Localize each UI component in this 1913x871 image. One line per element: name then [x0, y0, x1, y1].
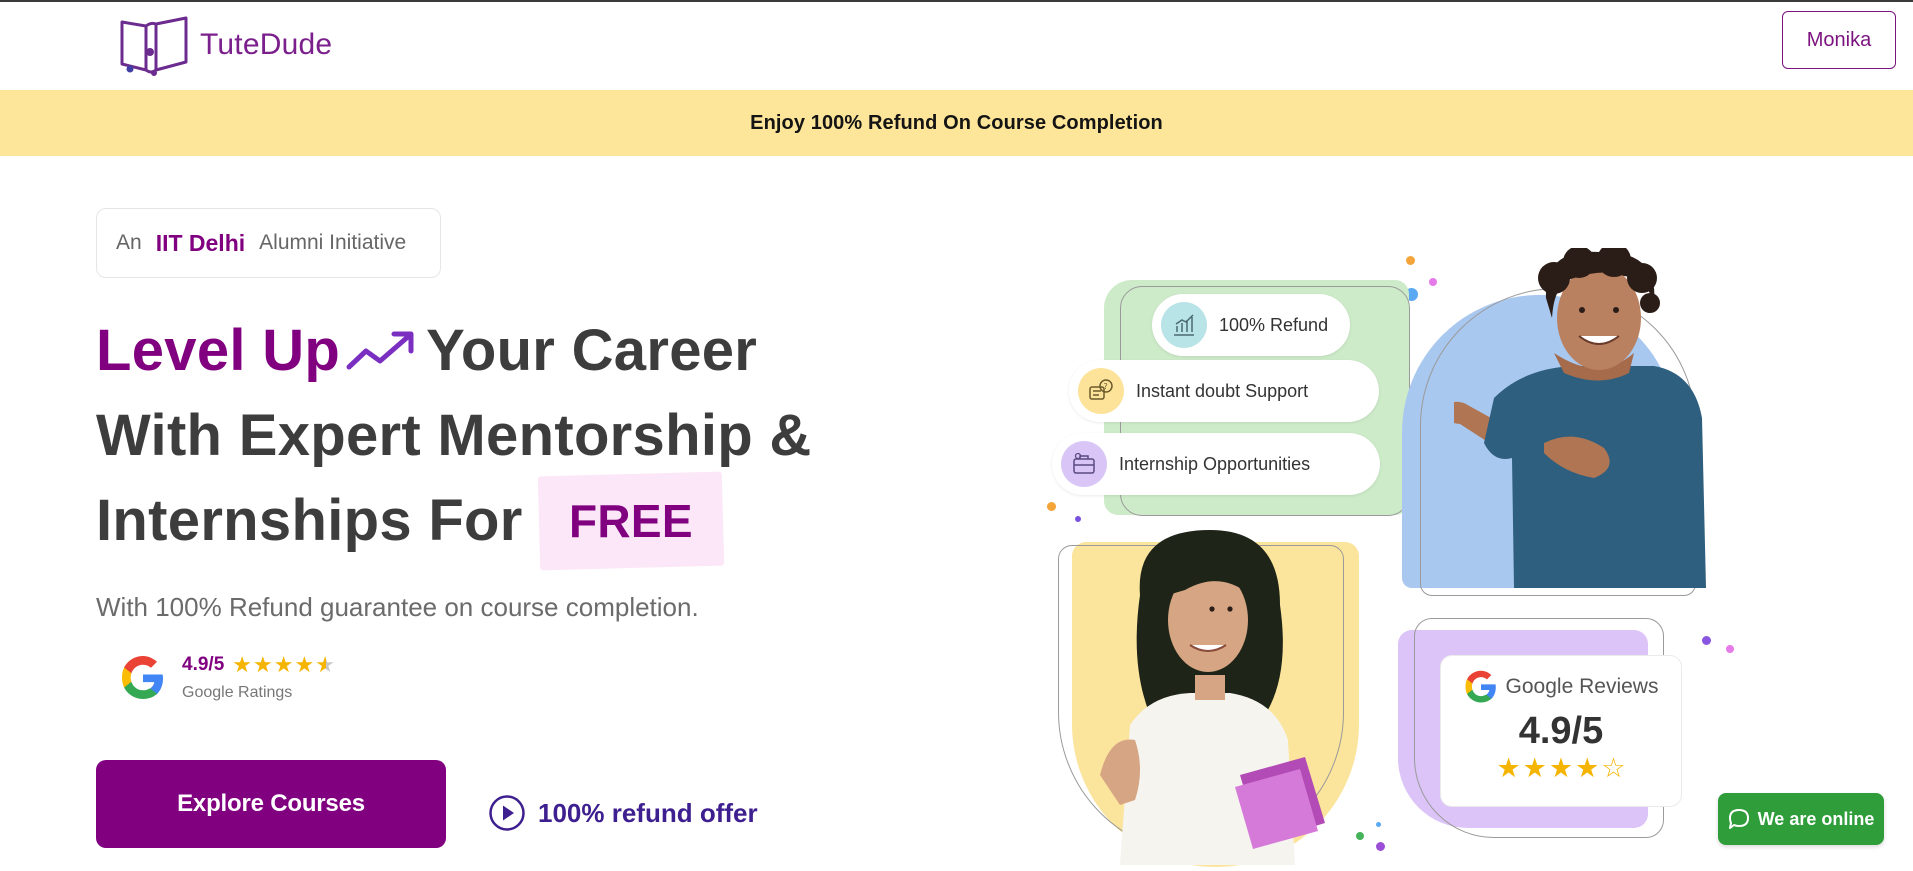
alumni-initiative-pill: An IIT Delhi Alumni Initiative [96, 208, 441, 278]
google-reviews-card: Google Reviews 4.9/5 ★ ★ ★ ★ ☆ [1440, 655, 1682, 807]
play-circle-icon [489, 795, 525, 831]
reviews-card-stars: ★ ★ ★ ★ ☆ [1496, 755, 1625, 782]
decor-dot [1075, 516, 1081, 522]
star-icon: ★ [253, 652, 273, 677]
feature-label: Instant doubt Support [1136, 380, 1309, 401]
briefcase-icon [1061, 441, 1107, 487]
book-logo-icon [120, 16, 188, 76]
trend-up-icon [346, 331, 414, 369]
feature-internship: Internship Opportunities [1052, 433, 1380, 495]
rating-label: Google Ratings [182, 684, 293, 701]
chat-label: We are online [1757, 808, 1875, 829]
feature-label: 100% Refund [1219, 314, 1329, 335]
star-icon: ★ [1522, 753, 1547, 783]
decor-dot [1429, 278, 1437, 286]
hero-subheading: With 100% Refund guarantee on course com… [96, 592, 699, 622]
headline-line-1-rest: Your Career [426, 318, 758, 383]
decor-dot [1376, 842, 1385, 851]
empty-star-icon: ☆ [1601, 753, 1626, 783]
headline-line-3: Internships For FREE [96, 471, 856, 570]
decor-dot [1406, 256, 1415, 265]
chart-icon [1161, 302, 1207, 348]
man-pointing-photo [1454, 248, 1706, 588]
decor-dot [1702, 636, 1711, 645]
half-star-icon: ★ [315, 652, 335, 677]
star-icon: ★ [273, 652, 294, 677]
star-icon: ★ [232, 652, 252, 677]
star-icon: ★ [1496, 753, 1521, 783]
user-account-button[interactable]: Monika [1782, 11, 1896, 69]
google-rating: 4.9/5 ★ ★ ★ ★ ★ Google Ratings [120, 654, 335, 702]
feature-doubt-support: ? Instant doubt Support [1069, 360, 1379, 422]
decor-dot [1726, 645, 1734, 653]
live-chat-button[interactable]: We are online [1718, 793, 1884, 845]
decor-dot [1047, 502, 1056, 511]
rating-value: 4.9/5 [182, 654, 225, 675]
headline-line-1: Level Up Your Career [96, 308, 856, 393]
star-icon: ★ [1548, 753, 1574, 783]
reviews-card-header: Google Reviews [1464, 670, 1659, 704]
rating-details: 4.9/5 ★ ★ ★ ★ ★ Google Ratings [182, 654, 335, 702]
pill-highlight: IIT Delhi [155, 229, 246, 256]
pill-suffix: Alumni Initiative [259, 231, 407, 254]
star-icon: ★ [1575, 753, 1600, 783]
feature-refund: 100% Refund [1152, 294, 1351, 356]
hero-headline: Level Up Your Career With Expert Mentors… [96, 308, 856, 570]
refund-offer-link[interactable]: 100% refund offer [488, 794, 758, 832]
pill-prefix: An [116, 231, 142, 254]
doubt-icon: ? [1078, 368, 1124, 414]
google-g-icon [1465, 670, 1496, 703]
rating-stars: ★ ★ ★ ★ ★ [232, 654, 335, 676]
google-g-icon [122, 656, 163, 699]
feature-label: Internship Opportunities [1119, 453, 1311, 474]
woman-student-photo [1100, 530, 1325, 865]
promo-banner: Enjoy 100% Refund On Course Completion [0, 90, 1913, 156]
free-badge: FREE [537, 471, 724, 570]
promo-banner-text: Enjoy 100% Refund On Course Completion [750, 111, 1163, 134]
reviews-card-title: Google Reviews [1505, 675, 1659, 698]
chat-bubble-icon [1728, 809, 1749, 829]
refund-offer-label: 100% refund offer [538, 797, 758, 828]
free-badge-text: FREE [568, 494, 693, 547]
headline-accent: Level Up [96, 318, 341, 383]
headline-line-2: With Expert Mentorship & [96, 403, 812, 468]
hero-collage: 100% Refund ? Instant doubt Support Inte… [1040, 240, 1740, 871]
explore-courses-button[interactable]: Explore Courses [96, 760, 446, 848]
site-header: TuteDude Monika [0, 2, 1913, 90]
decor-dot [1356, 832, 1364, 840]
rating-row: 4.9/5 ★ ★ ★ ★ ★ [182, 654, 335, 676]
star-icon: ★ [294, 652, 315, 677]
headline-line-3-text: Internships For [96, 488, 523, 553]
logo[interactable]: TuteDude [116, 14, 332, 76]
svg-text:?: ? [1104, 382, 1108, 391]
reviews-card-score: 4.9/5 [1518, 710, 1604, 752]
logo-text: TuteDude [200, 28, 333, 61]
decor-dot [1376, 822, 1381, 827]
